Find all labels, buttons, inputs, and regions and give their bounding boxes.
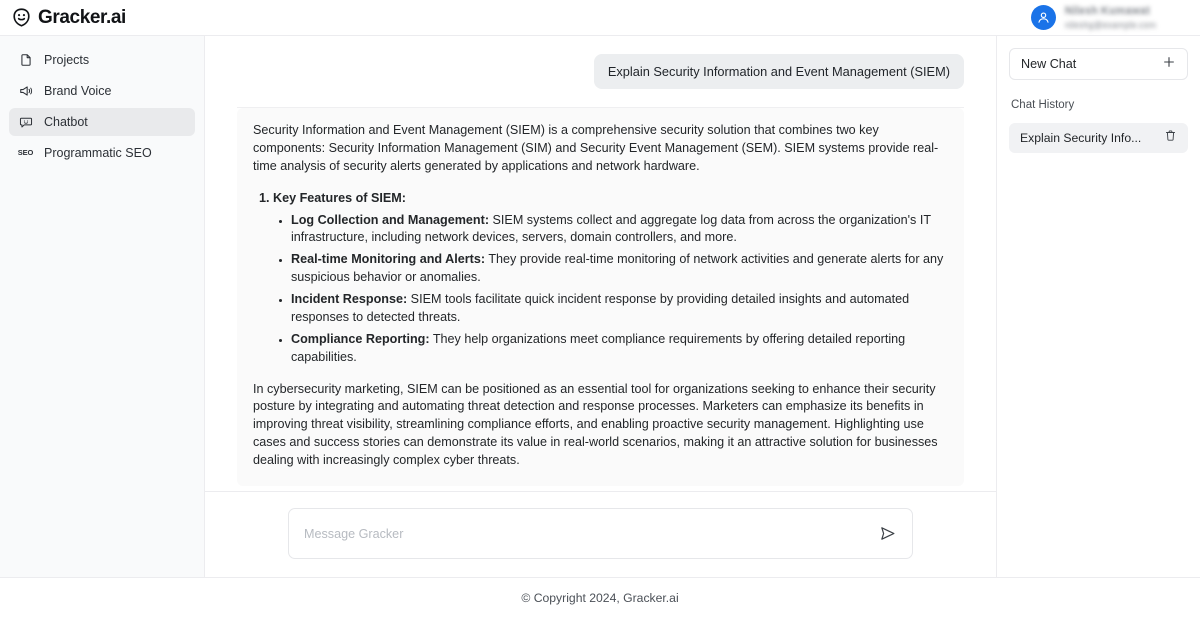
gracker-smiley-shield-icon <box>12 8 31 27</box>
feature-sub-list: Log Collection and Management: SIEM syst… <box>273 212 948 367</box>
copy-button[interactable]: Copy <box>237 486 964 491</box>
sidebar-item-label: Brand Voice <box>44 84 111 98</box>
new-chat-button[interactable]: New Chat <box>1009 48 1188 80</box>
chat-history-title: Chat History <box>1011 99 1188 111</box>
composer-area <box>205 491 996 577</box>
sidebar-item-label: Chatbot <box>44 115 88 129</box>
list-item: Log Collection and Management: SIEM syst… <box>291 212 948 248</box>
feature-term: Real-time Monitoring and Alerts: <box>291 252 485 266</box>
user-avatar-icon <box>1031 5 1056 30</box>
sidebar-item-projects[interactable]: Projects <box>9 46 195 74</box>
brand-logo[interactable]: Gracker.ai <box>12 7 126 29</box>
megaphone-icon <box>18 84 33 99</box>
assistant-outro-paragraph: In cybersecurity marketing, SIEM can be … <box>253 381 948 470</box>
brand-name: Gracker.ai <box>38 7 126 29</box>
footer: © Copyright 2024, Gracker.ai <box>0 577 1200 617</box>
feature-list-heading-label: Key Features of SIEM: <box>273 191 406 205</box>
user-info: Nilesh Kumawat nileshg@example.com <box>1065 5 1156 30</box>
sidebar-item-label: Programmatic SEO <box>44 146 152 160</box>
plus-icon <box>1162 55 1176 74</box>
user-message-bubble: Explain Security Information and Event M… <box>594 54 964 89</box>
chat-column: Explain Security Information and Event M… <box>205 36 997 577</box>
chat-history-item-label: Explain Security Info... <box>1020 131 1141 145</box>
body-columns: Projects Brand Voice <box>0 36 1200 577</box>
assistant-intro-paragraph: Security Information and Event Managemen… <box>253 122 948 176</box>
left-sidebar: Projects Brand Voice <box>0 36 205 577</box>
sidebar-item-chatbot[interactable]: Chatbot <box>9 108 195 136</box>
sidebar-item-label: Projects <box>44 53 89 67</box>
user-profile[interactable]: Nilesh Kumawat nileshg@example.com <box>1031 5 1186 30</box>
list-item: Real-time Monitoring and Alerts: They pr… <box>291 251 948 287</box>
feature-term: Log Collection and Management: <box>291 213 489 227</box>
file-icon <box>18 53 33 68</box>
feature-term: Compliance Reporting: <box>291 332 430 346</box>
user-message-row: Explain Security Information and Event M… <box>237 36 964 89</box>
trash-icon[interactable] <box>1164 129 1177 147</box>
list-item: Incident Response: SIEM tools facilitate… <box>291 291 948 327</box>
chat-smile-icon <box>18 115 33 130</box>
footer-copyright: © Copyright 2024, Gracker.ai <box>521 591 678 605</box>
send-icon[interactable] <box>877 524 897 544</box>
feature-term: Incident Response: <box>291 292 407 306</box>
composer[interactable] <box>288 508 913 559</box>
seo-icon: SEO <box>18 146 33 161</box>
user-name: Nilesh Kumawat <box>1065 5 1156 17</box>
user-email: nileshg@example.com <box>1065 20 1156 30</box>
feature-list: Key Features of SIEM: Log Collection and… <box>253 190 948 367</box>
list-item: Compliance Reporting: They help organiza… <box>291 331 948 367</box>
chat-history-item[interactable]: Explain Security Info... <box>1009 123 1188 153</box>
feature-list-heading: Key Features of SIEM: Log Collection and… <box>273 190 948 367</box>
message-input[interactable] <box>304 527 877 541</box>
top-bar: Gracker.ai Nilesh Kumawat nileshg@exampl… <box>0 0 1200 36</box>
assistant-message-bubble: Security Information and Event Managemen… <box>237 108 964 486</box>
sidebar-item-brand-voice[interactable]: Brand Voice <box>9 77 195 105</box>
sidebar-item-programmatic-seo[interactable]: SEO Programmatic SEO <box>9 139 195 167</box>
right-sidebar: New Chat Chat History Explain Security I… <box>997 36 1200 577</box>
app-root: Gracker.ai Nilesh Kumawat nileshg@exampl… <box>0 0 1200 617</box>
chat-scroll-area[interactable]: Explain Security Information and Event M… <box>205 36 996 491</box>
new-chat-label: New Chat <box>1021 57 1076 71</box>
assistant-message-row: Security Information and Event Managemen… <box>237 107 964 491</box>
